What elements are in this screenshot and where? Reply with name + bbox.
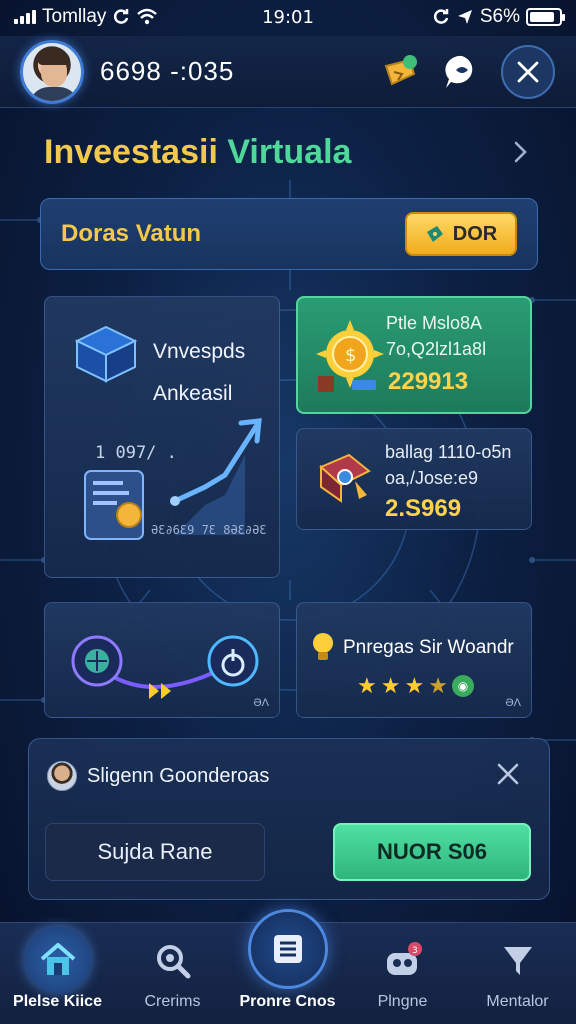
close-button[interactable] <box>500 44 556 99</box>
star-icon: ★ <box>380 673 401 698</box>
chevron-right-icon[interactable] <box>508 140 532 164</box>
nav-label-search: Crerims <box>144 993 201 1010</box>
notification-avatar <box>47 761 77 791</box>
chat-button[interactable] <box>438 48 486 96</box>
rating-stars: ★ ★ ★ ★ ◉ <box>357 675 474 697</box>
rating-card[interactable]: Pnregas Sir Woandr ★ ★ ★ ★ ◉ ƏΛ <box>296 602 532 718</box>
page-title-part1: Inveestasii <box>44 132 218 171</box>
invest-card-sub: ƏƐ∂6Ɛ9 7Ɛ 8ƏƐ∂ƏƐ <box>151 523 267 537</box>
nav-item-funnel[interactable]: Mentalor <box>460 923 575 1024</box>
balance-card-line2: oa,/Jose:e9 <box>385 468 479 488</box>
battery-percent: S6% <box>479 6 520 27</box>
reward-card-text: Ptle Mslo8A 7o,Q2lzl1a8l <box>386 310 486 362</box>
coin-sun-icon: $ <box>316 320 384 392</box>
nav-item-list[interactable]: Pronre Cnos <box>230 909 345 1024</box>
avatar[interactable] <box>20 39 84 104</box>
search-icon <box>143 931 203 991</box>
status-bar: Tomllay 19:01 S6% <box>0 0 576 34</box>
cube-icon <box>74 325 138 383</box>
sync-icon <box>114 9 129 24</box>
header-bar: 6698 -:035 <box>0 36 576 108</box>
carrier-name: Tomllay <box>42 6 107 27</box>
reward-card-value: 229913 <box>388 368 469 395</box>
balance-card[interactable]: ballag 1110-o5n oa,/Jose:e9 2.S969 <box>296 428 532 530</box>
nav-item-search[interactable]: Crerims <box>115 923 230 1024</box>
invest-card[interactable]: Vnvespds Ankeasil 1 097/ . ƏƐ∂6Ɛ9 7Ɛ 8ƏƐ… <box>44 296 280 578</box>
dismiss-button[interactable]: Sujda Rane <box>45 823 265 881</box>
status-time: 19:01 <box>262 6 314 28</box>
nav-label-funnel: Mentalor <box>486 993 549 1010</box>
bonus-panel: Doras Vatun DOR <box>40 198 538 270</box>
nav-item-robot[interactable]: 3 Plngne <box>345 923 460 1024</box>
invest-card-text: Vnvespds Ankeasil <box>153 331 245 415</box>
status-right: S6% <box>352 6 565 28</box>
invest-card-line2: Ankeasil <box>153 382 233 405</box>
connect-card-corner: ƏΛ <box>253 697 269 709</box>
svg-text:$: $ <box>345 345 356 366</box>
star-icon: ★ <box>404 673 425 698</box>
home-icon <box>24 927 91 993</box>
notification-title: Sligenn Goonderoas <box>87 765 270 787</box>
half-star-icon: ★ <box>428 673 448 698</box>
page-title: Inveestasii Virtuala <box>44 133 508 172</box>
sync-icon <box>433 9 449 24</box>
funnel-icon <box>488 931 548 991</box>
chest-icon <box>319 453 371 503</box>
nav-item-home[interactable]: Plelse Kiice <box>0 923 115 1024</box>
reward-card-line2: 7o,Q2lzl1a8l <box>386 339 487 359</box>
close-icon <box>501 44 555 99</box>
bottom-nav: Plelse Kiice Crerims Pronre Cnos 3 Plngn… <box>0 909 576 1024</box>
nav-label-robot: Plngne <box>377 993 428 1010</box>
close-icon[interactable] <box>493 759 523 789</box>
rating-card-corner: ƏΛ <box>505 697 521 709</box>
battery-icon <box>526 8 565 26</box>
title-row: Inveestasii Virtuala <box>0 124 576 180</box>
connect-card[interactable]: ƏΛ <box>44 602 280 718</box>
location-arrow-icon <box>457 10 472 24</box>
nav-label-home: Plelse Kiice <box>13 993 102 1010</box>
bonus-button[interactable]: DOR <box>405 212 517 256</box>
invest-card-line1: Vnvespds <box>153 340 246 363</box>
signal-icon <box>14 10 36 24</box>
balance-card-line1: ballag 1110-o5n <box>385 442 512 462</box>
confirm-button[interactable]: NUOR S06 <box>333 823 531 881</box>
reward-card-line1: Ptle Mslo8A <box>386 313 483 333</box>
balance-card-value: 2.S969 <box>385 495 462 522</box>
ticket-icon <box>426 226 443 242</box>
bonus-label: Doras Vatun <box>61 220 202 247</box>
rating-card-label: Pnregas Sir Woandr <box>343 637 514 658</box>
gift-icon <box>384 54 417 85</box>
reward-card[interactable]: $ Ptle Mslo8A 7o,Q2lzl1a8l 229913 <box>296 296 532 414</box>
gift-button[interactable] <box>376 48 424 96</box>
lightbulb-icon <box>313 633 333 660</box>
wifi-icon <box>137 8 158 25</box>
rating-badge-icon: ◉ <box>451 675 474 697</box>
connection-flow-icon <box>71 635 259 699</box>
star-icon: ★ <box>357 673 377 698</box>
bonus-button-label: DOR <box>452 222 498 245</box>
page-title-part2: Virtuala <box>227 132 352 171</box>
chat-bubble-icon <box>445 55 473 88</box>
status-left: Tomllay <box>14 6 224 28</box>
svg-text:3: 3 <box>412 946 418 956</box>
user-id: 6698 -:035 <box>100 56 235 86</box>
notification-panel: Sligenn Goonderoas Sujda Rane NUOR S06 <box>28 738 550 900</box>
nav-label-list: Pronre Cnos <box>239 993 336 1010</box>
list-icon <box>247 909 328 989</box>
robot-icon: 3 <box>373 931 433 991</box>
balance-card-text: ballag 1110-o5n oa,/Jose:e9 <box>385 439 511 491</box>
